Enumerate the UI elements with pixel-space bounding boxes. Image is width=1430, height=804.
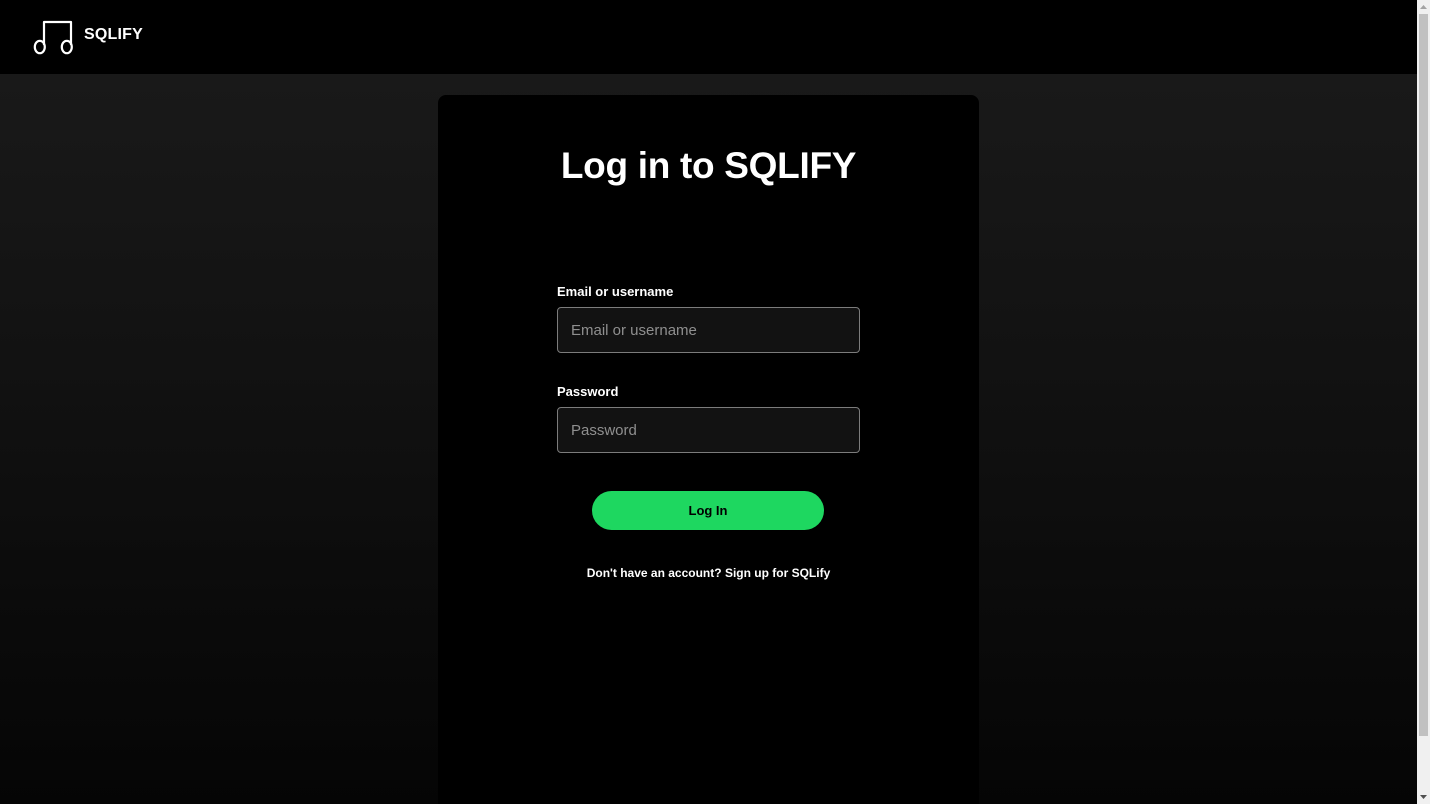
scroll-down-arrow-icon[interactable] [1417,790,1430,804]
top-bar: SQLIFY [0,0,1417,74]
scroll-up-arrow-icon[interactable] [1417,0,1430,14]
scrollbar-thumb[interactable] [1419,14,1428,736]
signup-link[interactable]: Sign up for SQLify [725,566,830,580]
page-title: Log in to SQLIFY [560,145,857,186]
email-label: Email or username [557,284,674,299]
signup-prompt: Don't have an account? Sign up for SQLif… [438,566,979,580]
login-button[interactable]: Log In [592,491,824,530]
brand-name: SQLIFY [84,26,143,43]
logo[interactable]: SQLIFY [33,18,143,56]
signup-prompt-text: Don't have an account? [586,566,722,580]
page-viewport: SQLIFY Log in to SQLIFY Email or usernam… [0,0,1417,804]
field-spacer [557,353,860,384]
vertical-scrollbar[interactable] [1417,0,1430,804]
email-field[interactable] [557,307,860,353]
password-label: Password [557,384,619,399]
password-field[interactable] [557,407,860,453]
music-note-icon [33,20,73,55]
login-form: Email or username Password [557,284,860,453]
login-card: Log in to SQLIFY Email or username Passw… [438,95,979,804]
